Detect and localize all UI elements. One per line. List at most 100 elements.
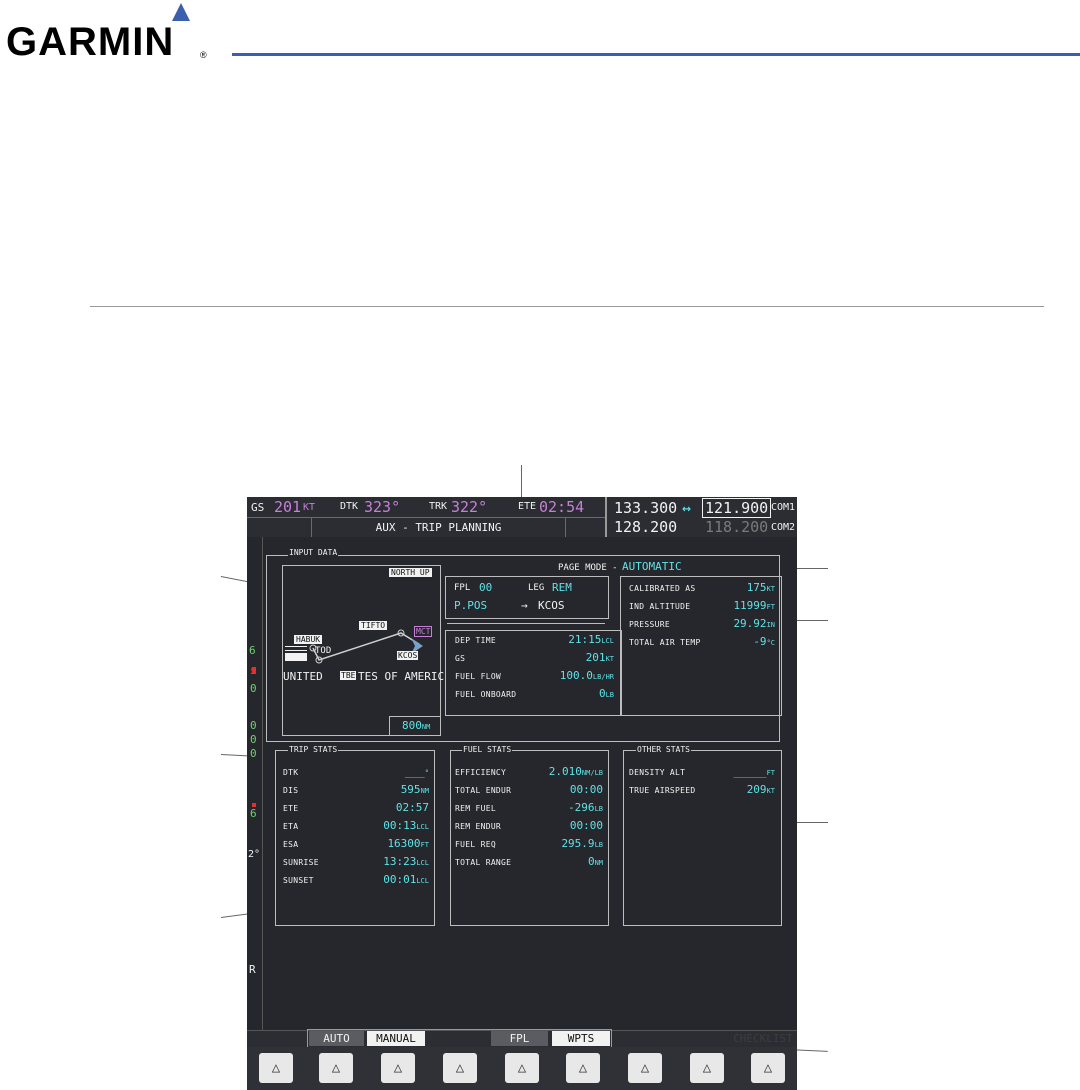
softkey-checklist: CHECKLIST: [733, 1032, 793, 1045]
to-waypoint[interactable]: KCOS: [538, 599, 565, 612]
map-label-waypoint: TIFTO: [359, 621, 388, 630]
garmin-triangle-icon: [172, 3, 190, 21]
softkey-button-6[interactable]: △: [566, 1053, 600, 1083]
input-row-label: DEP TIME: [455, 636, 496, 645]
fuel-row-label: FUEL REQ: [455, 840, 496, 849]
fuel-row-label: REM FUEL: [455, 804, 496, 813]
softkey-button-1[interactable]: △: [259, 1053, 293, 1083]
input-row-label: FUEL FLOW: [455, 672, 502, 681]
fuel-row-label: TOTAL ENDUR: [455, 786, 512, 795]
trip-stats-title: TRIP STATS: [288, 745, 339, 754]
input-right-label: PRESSURE: [629, 620, 670, 629]
swap-arrow-icon[interactable]: ↔: [682, 499, 691, 517]
gs-value: 201: [274, 498, 302, 516]
softkey-button-3[interactable]: △: [381, 1053, 415, 1083]
title-cell-right: [565, 517, 566, 537]
section-rule: [90, 306, 1044, 307]
map-region-text: UNITED: [283, 670, 323, 683]
left-strip-item: R: [249, 963, 256, 976]
garmin-logo: GARMIN: [6, 20, 175, 64]
fuel-row-value: 0NM: [587, 855, 603, 868]
left-strip-item: 0: [250, 719, 257, 732]
com1-active[interactable]: 121.900: [702, 498, 772, 518]
trip-row-label: SUNRISE: [283, 858, 319, 867]
map-label-airport: KCOS: [397, 651, 419, 660]
map-region-text: TES OF AMERIC: [358, 670, 445, 683]
dtk-label: DTK: [340, 501, 359, 512]
com-divider: [605, 497, 607, 537]
ete-label: ETE: [518, 501, 537, 512]
map-label-tod: TOD: [315, 646, 332, 656]
input-right-value[interactable]: 29.92IN: [687, 617, 775, 630]
map-label-waypoint: MCT: [414, 626, 433, 637]
trip-row-value: ___°: [404, 765, 429, 778]
fuel-row-label: EFFICIENCY: [455, 768, 507, 777]
fuel-row-value: 00:00: [569, 819, 603, 832]
ete-value: 02:54: [539, 498, 585, 516]
softkey-button-8[interactable]: △: [690, 1053, 724, 1083]
input-right-value[interactable]: -9°C: [687, 635, 775, 648]
input-right-value[interactable]: 175KT: [687, 581, 775, 594]
map-label-waypoint: HABUK: [294, 635, 323, 644]
softkey-button-4[interactable]: △: [443, 1053, 477, 1083]
leg-arrow-icon: →: [521, 599, 528, 612]
left-strip-item: 0: [250, 682, 257, 695]
softkey-button-5[interactable]: △: [505, 1053, 539, 1083]
input-data-title: INPUT DATA: [288, 548, 339, 557]
left-strip-marker: [252, 667, 256, 674]
fuel-stats-title: FUEL STATS: [462, 745, 513, 754]
left-strip-divider: [262, 537, 263, 1037]
leg-value[interactable]: REM: [552, 581, 572, 594]
gs-label: GS: [251, 501, 265, 514]
trip-row-value: 595NM: [400, 783, 429, 796]
input-right-value[interactable]: 11999FT: [687, 599, 775, 612]
trip-row-label: DIS: [283, 786, 299, 795]
fpl-value[interactable]: 00: [479, 581, 492, 594]
com2-active[interactable]: 118.200: [705, 518, 768, 536]
left-strip-item: 0: [250, 747, 257, 760]
fuel-row-value: -296LB: [568, 801, 603, 814]
input-row-value[interactable]: 201KT: [517, 651, 614, 664]
fuel-row-value: 295.9LB: [561, 837, 603, 850]
com1-label: COM1: [771, 502, 796, 513]
trk-value: 322°: [451, 498, 488, 516]
trk-label: TRK: [429, 501, 448, 512]
input-row-value[interactable]: 0LB: [517, 687, 614, 700]
from-waypoint[interactable]: P.POS: [454, 599, 487, 612]
leg-label: LEG: [528, 583, 545, 593]
com2-standby[interactable]: 128.200: [614, 518, 677, 536]
com2-label: COM2: [771, 522, 796, 533]
trip-row-label: ESA: [283, 840, 299, 849]
other-row-label: DENSITY ALT: [629, 768, 686, 777]
left-strip-item: 0: [250, 733, 257, 746]
map-airway-marker: [285, 653, 307, 661]
other-row-label: TRUE AIRSPEED: [629, 786, 696, 795]
left-strip-item: 6: [250, 807, 257, 820]
left-strip-item: 6: [249, 644, 256, 657]
softkey-button-9[interactable]: △: [751, 1053, 785, 1083]
dtk-value: 323°: [364, 498, 401, 516]
page-mode-label: PAGE MODE -: [558, 563, 618, 573]
other-stats-title: OTHER STATS: [636, 745, 691, 754]
trip-row-label: ETA: [283, 822, 299, 831]
trip-row-value: 00:01LCL: [383, 873, 429, 886]
other-row-value: _____FT: [733, 765, 775, 778]
softkey-button-2[interactable]: △: [319, 1053, 353, 1083]
page-mode-value[interactable]: AUTOMATIC: [622, 560, 682, 573]
fuel-row-label: REM ENDUR: [455, 822, 502, 831]
input-row-value[interactable]: 21:15LCL: [517, 633, 614, 646]
trip-row-label: ETE: [283, 804, 299, 813]
map-range-value: 800NM: [402, 719, 431, 732]
trip-row-value: 13:23LCL: [383, 855, 429, 868]
mfd-screen: GS 201 KT DTK 323° TRK 322° ETE 02:54 AU…: [247, 497, 797, 1090]
trip-row-value: 16300FT: [387, 837, 429, 850]
input-row-label: GS: [455, 654, 466, 663]
other-row-value: 209KT: [746, 783, 775, 796]
trip-row-label: DTK: [283, 768, 299, 777]
fuel-row-value: 2.010NM/LB: [548, 765, 603, 778]
fuel-row-label: TOTAL RANGE: [455, 858, 512, 867]
com1-standby[interactable]: 133.300: [614, 499, 677, 517]
map-airway-marker: [285, 646, 307, 651]
input-row-value[interactable]: 100.0LB/HR: [517, 669, 614, 682]
softkey-button-7[interactable]: △: [628, 1053, 662, 1083]
